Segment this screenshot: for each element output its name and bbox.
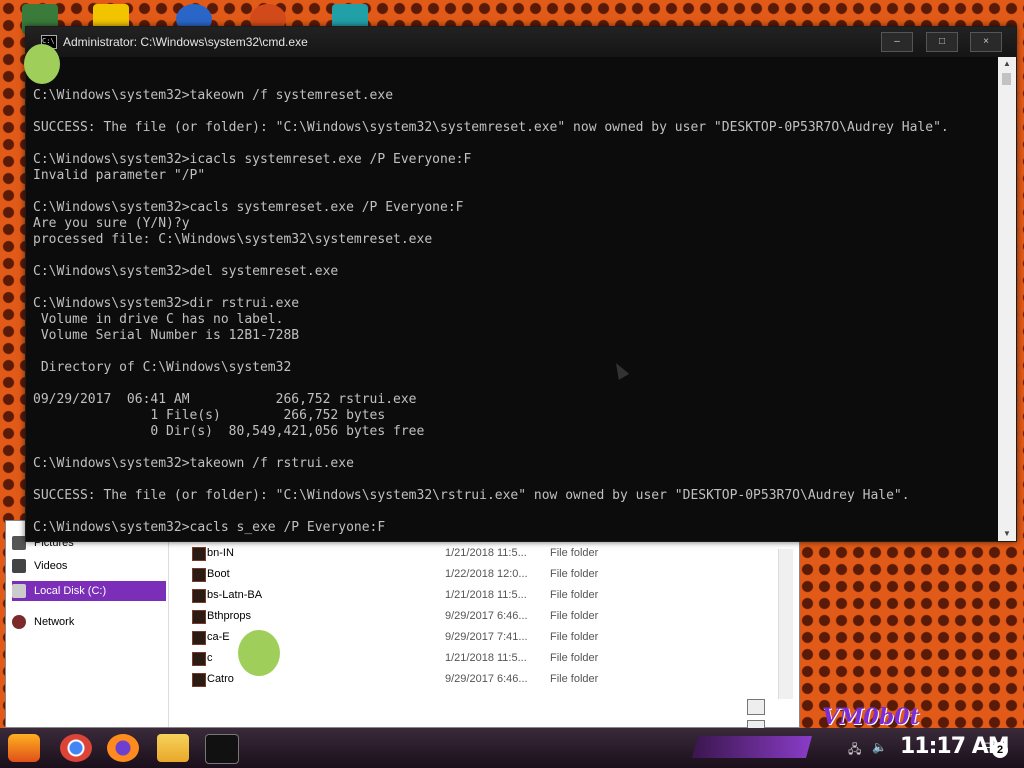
file-row[interactable]: Boot 1/22/2018 12:0... File folder [186, 565, 786, 586]
file-date: 1/21/2018 11:5... [445, 589, 527, 601]
explorer-nav-pane: Pictures Videos Local Disk (C:) Network [6, 521, 169, 727]
file-name: Catro [207, 673, 234, 685]
window-title: Administrator: C:\Windows\system32\cmd.e… [63, 35, 308, 49]
file-explorer-window: Pictures Videos Local Disk (C:) Network … [5, 520, 800, 736]
minimize-button[interactable]: – [881, 32, 913, 52]
pictures-icon [12, 536, 26, 550]
scroll-up-icon[interactable]: ▲ [1002, 59, 1012, 69]
character-sticker-bottom [238, 630, 280, 676]
file-name: bs-Latn-BA [207, 589, 263, 601]
network-icon[interactable]: 🖧 [848, 740, 864, 756]
file-row[interactable]: Bthprops 9/29/2017 6:46... File folder [186, 607, 786, 628]
firefox-icon[interactable] [107, 734, 139, 762]
chrome-icon[interactable] [60, 734, 92, 762]
notification-badge: 2 [992, 742, 1008, 758]
folder-icon [192, 673, 206, 687]
nav-item-label: Local Disk (C:) [34, 585, 107, 597]
file-row[interactable]: bn-IN 1/21/2018 11:5... File folder [186, 544, 786, 565]
scroll-down-icon[interactable]: ▼ [1002, 529, 1012, 539]
cmd-icon[interactable] [205, 734, 239, 764]
videos-icon [12, 559, 26, 573]
file-date: 1/21/2018 11:5... [445, 547, 527, 559]
file-name: Bthprops [207, 610, 252, 622]
file-date: 9/29/2017 6:46... [445, 610, 528, 622]
file-name: Boot [207, 568, 230, 580]
folder-icon [192, 631, 206, 645]
folder-icon [192, 589, 206, 603]
nav-item-videos[interactable]: Videos [12, 556, 166, 576]
cmd-titlebar[interactable]: C:\ Administrator: C:\Windows\system32\c… [26, 27, 1016, 57]
nav-item-local-disk[interactable]: Local Disk (C:) [12, 581, 166, 601]
scroll-thumb[interactable] [1002, 73, 1011, 85]
notification-icon[interactable]: ▭ 2 [983, 736, 1008, 758]
start-icon[interactable] [8, 734, 40, 762]
file-explorer-icon[interactable] [157, 734, 189, 762]
file-type: File folder [550, 673, 599, 685]
nav-item-network[interactable]: Network [12, 612, 166, 632]
nav-item-label: Videos [34, 560, 68, 572]
nav-item-label: Network [34, 616, 75, 628]
file-name: c [207, 652, 213, 664]
character-sticker-top [24, 44, 60, 84]
file-row[interactable]: bs-Latn-BA 1/21/2018 11:5... File folder [186, 586, 786, 607]
folder-icon [192, 652, 206, 666]
maximize-button[interactable]: □ [926, 32, 958, 52]
console-text: C:\Windows\system32>takeown /f systemres… [33, 88, 949, 535]
tray-decoration [692, 736, 812, 758]
file-type: File folder [550, 547, 599, 559]
file-date: 9/29/2017 7:41... [445, 631, 528, 643]
file-name: bn-IN [207, 547, 234, 559]
file-type: File folder [550, 631, 599, 643]
explorer-scrollbar[interactable] [778, 549, 793, 699]
console-scrollbar[interactable]: ▲ ▼ [998, 57, 1016, 541]
file-type: File folder [550, 652, 599, 664]
details-view-icon[interactable] [747, 699, 765, 715]
file-name: ca-E [207, 631, 230, 643]
file-row[interactable]: Catro 9/29/2017 6:46... File folder [186, 670, 786, 691]
folder-icon [192, 547, 206, 561]
file-type: File folder [550, 610, 599, 622]
folder-icon [192, 610, 206, 624]
network-icon [12, 615, 26, 629]
file-date: 1/22/2018 12:0... [445, 568, 528, 580]
taskbar: 🖧 🔈 11:17 AM ▭ 2 [0, 728, 1024, 768]
view-toggle [747, 699, 787, 736]
wallpaper-logo: VM0b0t [822, 704, 920, 730]
file-date: 9/29/2017 6:46... [445, 673, 528, 685]
volume-icon[interactable]: 🔈 [872, 740, 888, 754]
close-button[interactable]: × [970, 32, 1002, 52]
file-type: File folder [550, 589, 599, 601]
folder-icon [192, 568, 206, 582]
drive-icon [12, 584, 26, 598]
file-date: 1/21/2018 11:5... [445, 652, 527, 664]
file-type: File folder [550, 568, 599, 580]
